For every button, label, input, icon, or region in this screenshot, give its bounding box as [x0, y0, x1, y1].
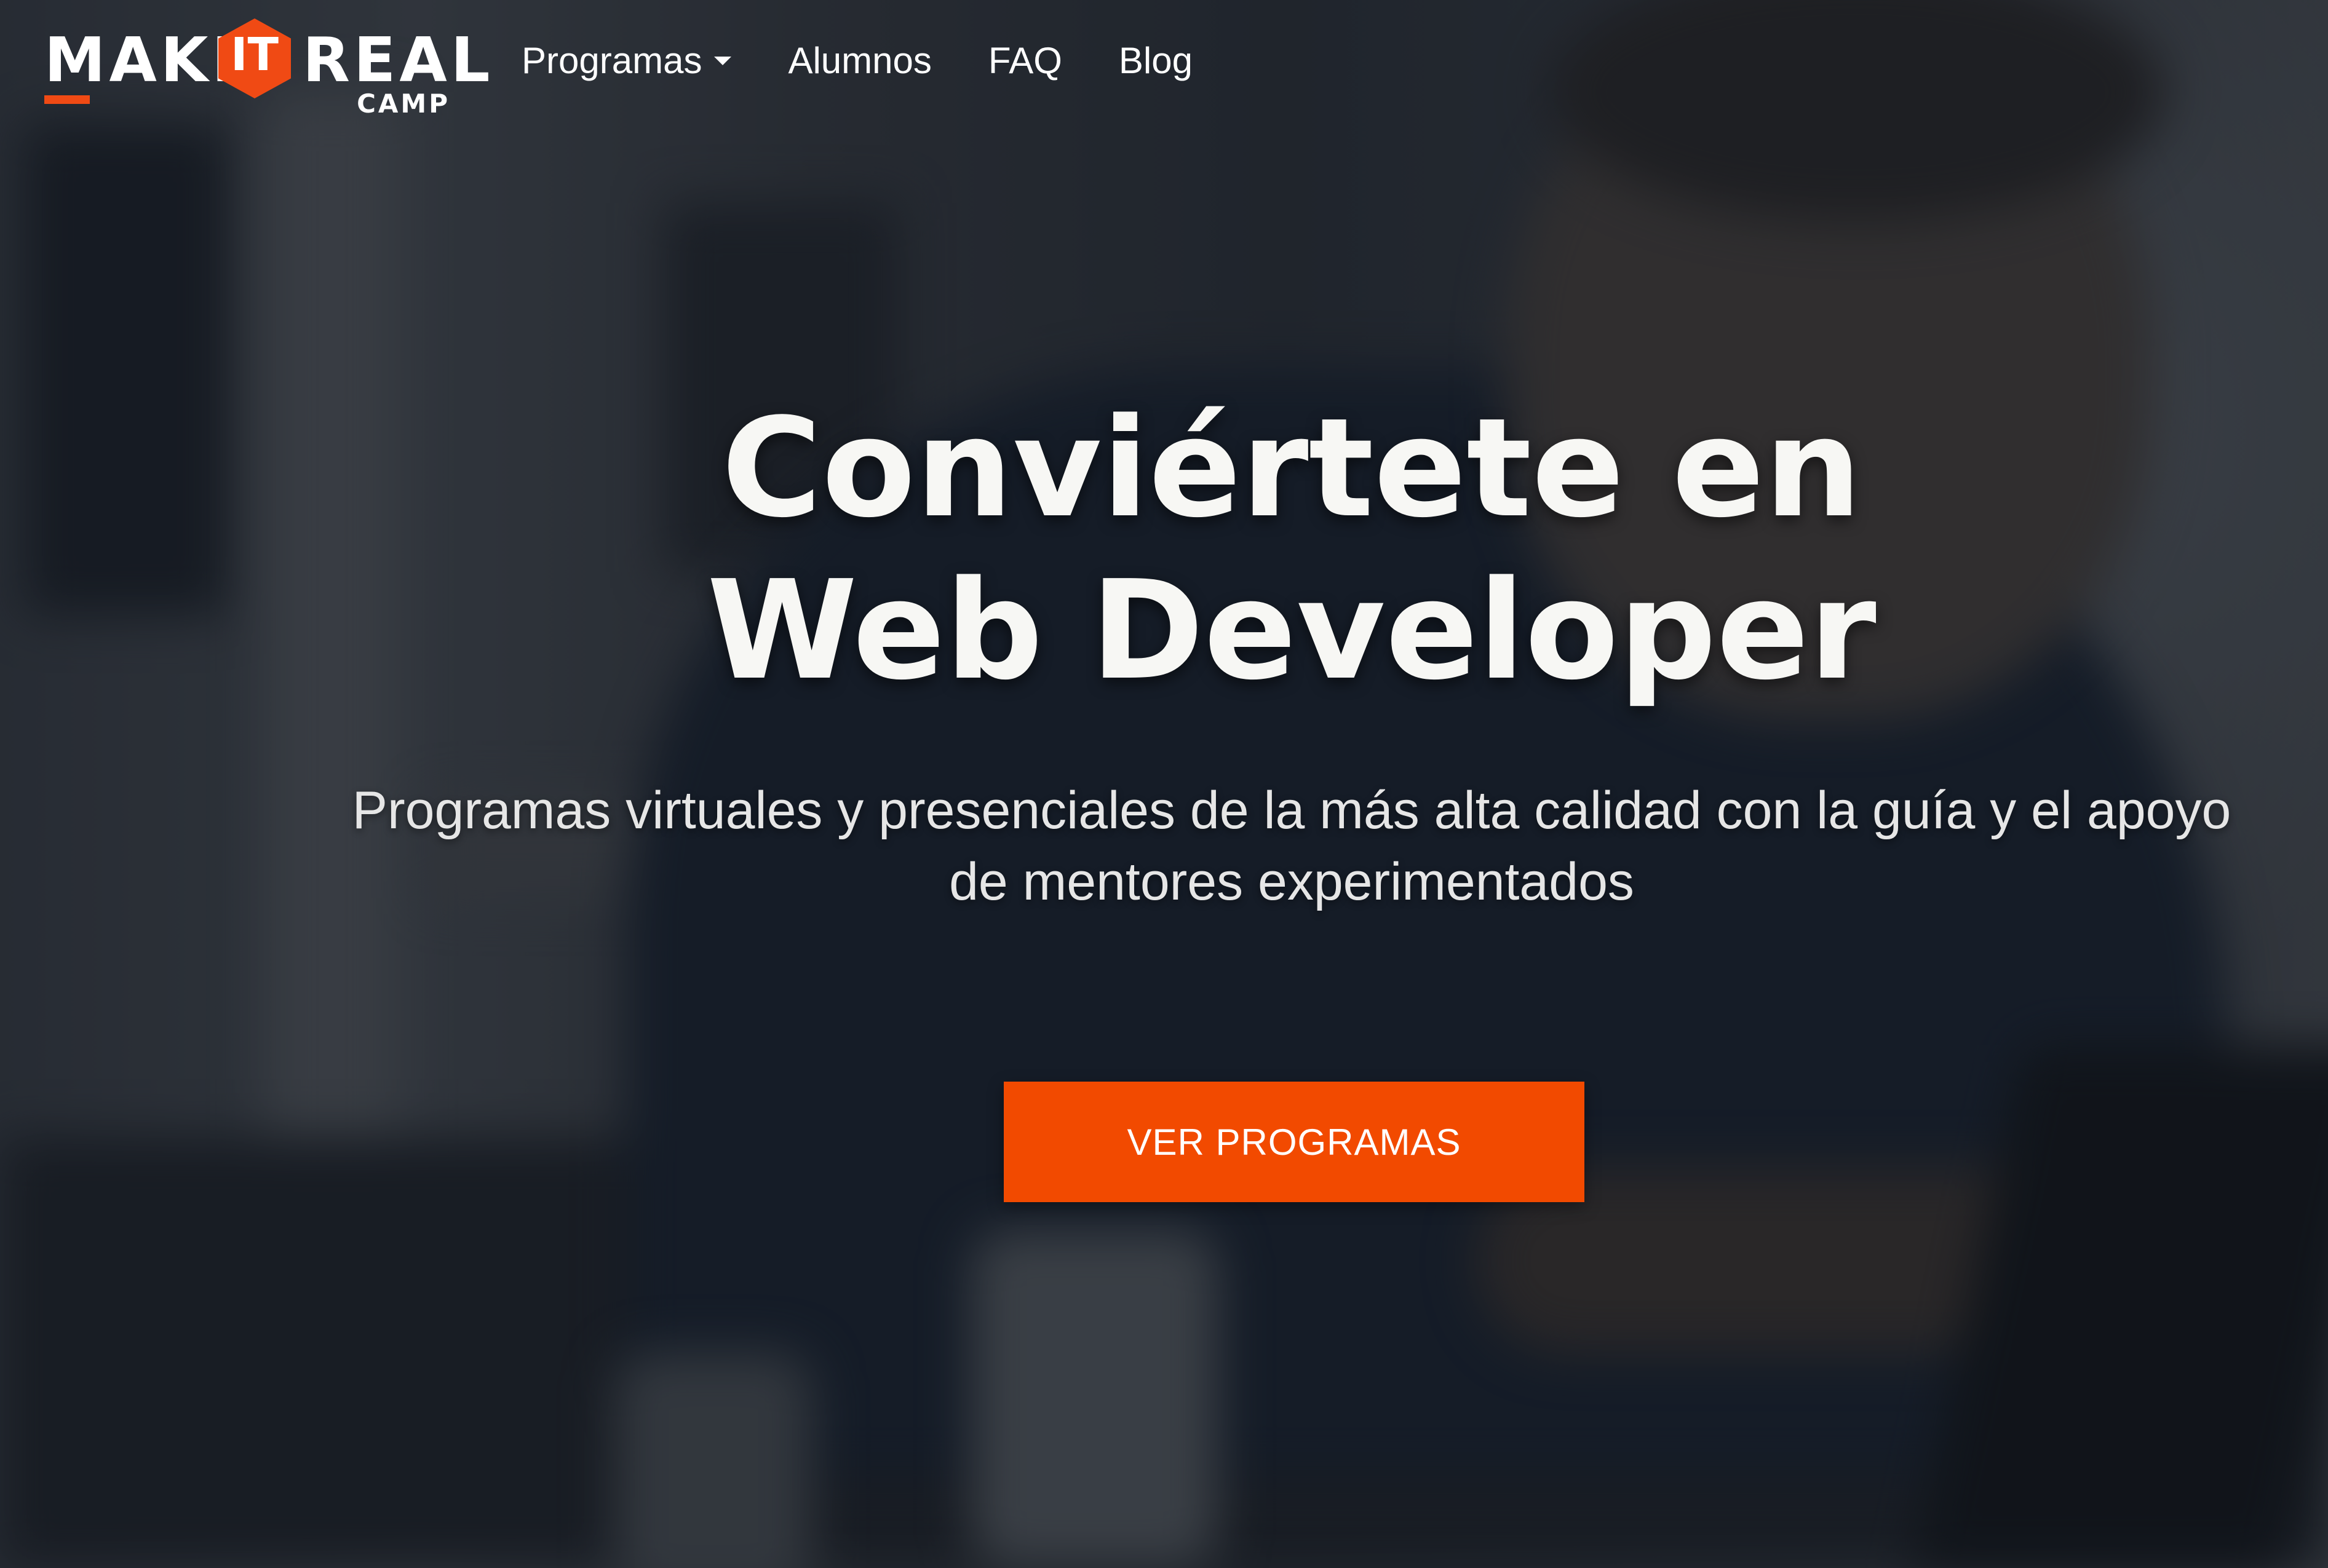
hero-subtitle-line-2: de mentores experimentados [949, 852, 1634, 911]
chevron-down-icon [714, 56, 732, 65]
logo-underline [44, 95, 90, 104]
nav-item-blog[interactable]: Blog [1119, 39, 1193, 82]
hero-subtitle: Programas virtuales y presenciales de la… [344, 775, 2239, 917]
ver-programas-button[interactable]: VER PROGRAMAS [1004, 1082, 1584, 1202]
nav-menu: Programas Alumnos FAQ Blog [522, 39, 1193, 82]
hero-subtitle-line-1: Programas virtuales y presenciales de la… [352, 781, 2231, 840]
hero-title-line-1: Conviértete en [721, 389, 1862, 548]
top-navbar: MAKE IT REAL CAMP Programas Alumnos FAQ … [0, 0, 2328, 129]
logo-word-real: REAL [303, 24, 494, 96]
logo-badge-text: IT [230, 28, 279, 81]
nav-item-alumnos[interactable]: Alumnos [788, 39, 931, 82]
hero-title: Conviértete en Web Developer [554, 387, 2030, 712]
nav-item-programas-label: Programas [522, 40, 702, 81]
hero-title-line-2: Web Developer [707, 552, 1877, 710]
nav-item-programas[interactable]: Programas [522, 39, 732, 82]
landing-page: MAKE IT REAL CAMP Programas Alumnos FAQ … [0, 0, 2328, 1568]
make-it-real-logo[interactable]: MAKE IT REAL CAMP [44, 18, 490, 119]
nav-item-faq[interactable]: FAQ [988, 39, 1062, 82]
logo-word-camp: CAMP [357, 89, 450, 119]
